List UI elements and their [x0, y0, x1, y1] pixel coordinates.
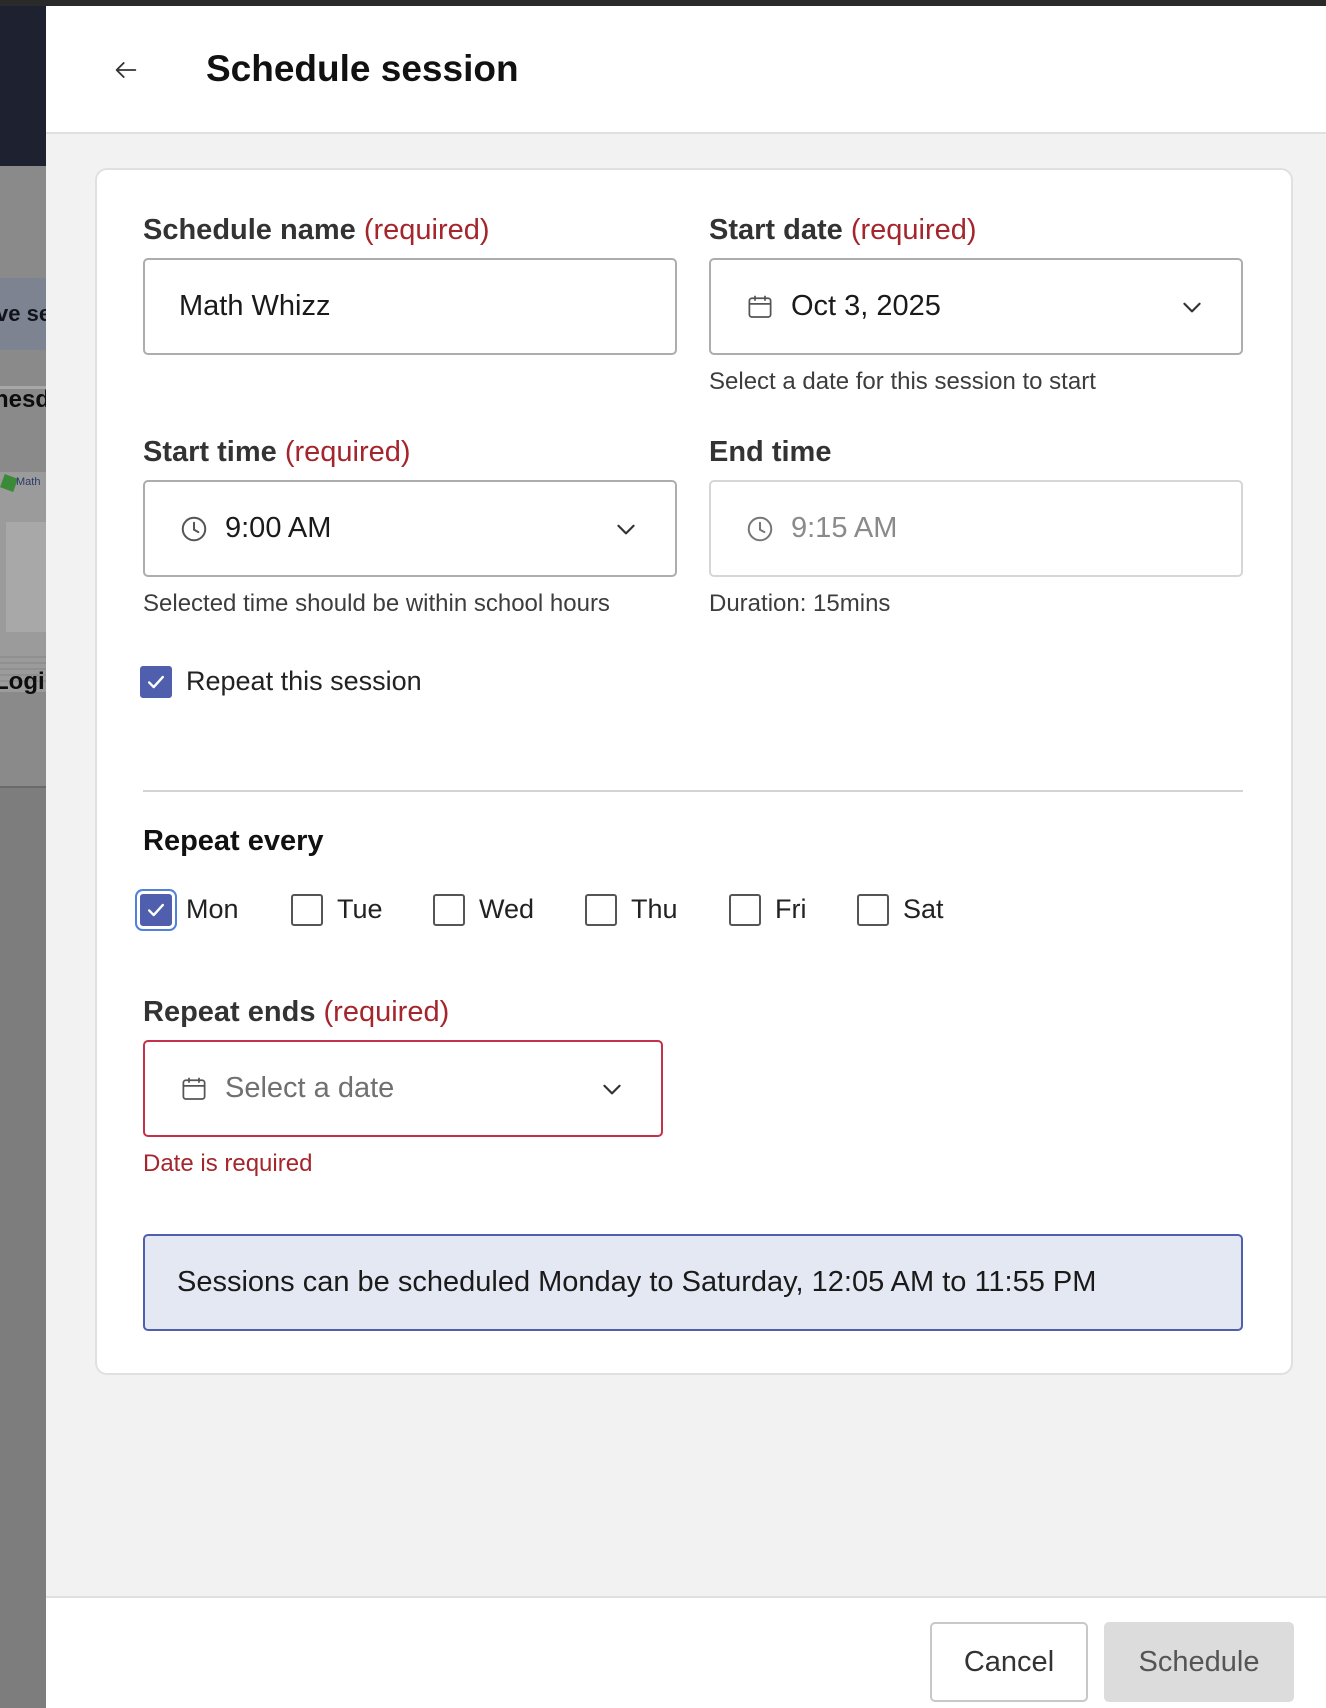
calendar-icon: [745, 292, 775, 322]
schedule-button[interactable]: Schedule: [1104, 1622, 1294, 1702]
start-time-picker[interactable]: 9:00 AM: [143, 480, 677, 577]
schedule-name-input[interactable]: Math Whizz: [143, 258, 677, 355]
day-label-wed[interactable]: Wed: [479, 894, 534, 925]
day-label-thu[interactable]: Thu: [631, 894, 678, 925]
repeat-ends-label-text: Repeat ends: [143, 996, 316, 1028]
start-time-hint: Selected time should be within school ho…: [143, 590, 610, 617]
required-marker: (required): [284, 436, 411, 468]
day-label-sat[interactable]: Sat: [903, 894, 944, 925]
form-card: Schedule name (required) Math Whizz Star…: [95, 168, 1293, 1375]
page-title: Schedule session: [206, 48, 519, 89]
background-app-login: Logi: [0, 668, 45, 695]
clock-icon: [179, 514, 209, 544]
end-time-hint: Duration: 15mins: [709, 590, 891, 617]
schedule-name-value: Math Whizz: [179, 290, 331, 322]
start-time-value: 9:00 AM: [225, 512, 332, 544]
day-checkbox-sat[interactable]: [857, 894, 889, 926]
start-time-label-text: Start time: [143, 436, 277, 468]
end-time-label: End time: [709, 436, 832, 468]
start-date-label-text: Start date: [709, 214, 843, 246]
day-checkbox-tue[interactable]: [291, 894, 323, 926]
schedule-name-label-text: Schedule name: [143, 214, 356, 246]
required-marker: (required): [363, 214, 490, 246]
end-time-value: 9:15 AM: [791, 512, 898, 544]
repeat-session-checkbox[interactable]: [140, 666, 172, 698]
start-time-label: Start time (required): [143, 436, 411, 469]
schedule-session-panel: Schedule session Schedule name (required…: [46, 6, 1326, 1708]
background-app-divider-2: [0, 786, 46, 788]
day-label-fri[interactable]: Fri: [775, 894, 806, 925]
background-app-logo-text: Math: [16, 476, 41, 488]
checkmark-icon: [147, 903, 165, 917]
repeat-ends-date-picker[interactable]: Select a date: [143, 1040, 663, 1137]
repeat-ends-label: Repeat ends (required): [143, 996, 449, 1029]
cancel-button[interactable]: Cancel: [930, 1622, 1088, 1702]
background-app: ve se nesd Math Logi: [0, 6, 46, 1708]
schedule-name-label: Schedule name (required): [143, 214, 490, 247]
chevron-down-icon: [1179, 294, 1205, 320]
calendar-icon: [179, 1074, 209, 1104]
clock-icon: [745, 514, 775, 544]
repeat-every-title: Repeat every: [143, 825, 324, 857]
start-date-picker[interactable]: Oct 3, 2025: [709, 258, 1243, 355]
info-banner: Sessions can be scheduled Monday to Satu…: [143, 1234, 1243, 1331]
repeat-ends-placeholder: Select a date: [225, 1072, 395, 1104]
end-time-field: 9:15 AM: [709, 480, 1243, 577]
repeat-ends-error: Date is required: [143, 1150, 313, 1177]
info-banner-text: Sessions can be scheduled Monday to Satu…: [177, 1266, 1097, 1298]
background-app-heading: nesd: [0, 386, 46, 413]
day-label-mon[interactable]: Mon: [186, 894, 239, 925]
start-date-label: Start date (required): [709, 214, 977, 247]
day-checkbox-thu[interactable]: [585, 894, 617, 926]
checkmark-icon: [147, 675, 165, 689]
day-checkbox-fri[interactable]: [729, 894, 761, 926]
day-label-tue[interactable]: Tue: [337, 894, 383, 925]
panel-footer: Cancel Schedule: [46, 1596, 1326, 1708]
arrow-left-icon: [115, 62, 137, 78]
background-app-button: ve se: [0, 278, 46, 350]
section-divider: [143, 790, 1243, 792]
start-date-value: Oct 3, 2025: [791, 290, 941, 322]
start-date-hint: Select a date for this session to start: [709, 368, 1096, 395]
day-checkbox-mon[interactable]: [140, 894, 172, 926]
background-app-header: [0, 6, 46, 166]
chevron-down-icon: [599, 1076, 625, 1102]
required-marker: (required): [323, 996, 450, 1028]
required-marker: (required): [850, 214, 977, 246]
panel-header: Schedule session: [46, 6, 1326, 134]
back-button[interactable]: [106, 50, 146, 90]
chevron-down-icon: [613, 516, 639, 542]
repeat-session-label[interactable]: Repeat this session: [186, 666, 422, 697]
day-checkbox-wed[interactable]: [433, 894, 465, 926]
